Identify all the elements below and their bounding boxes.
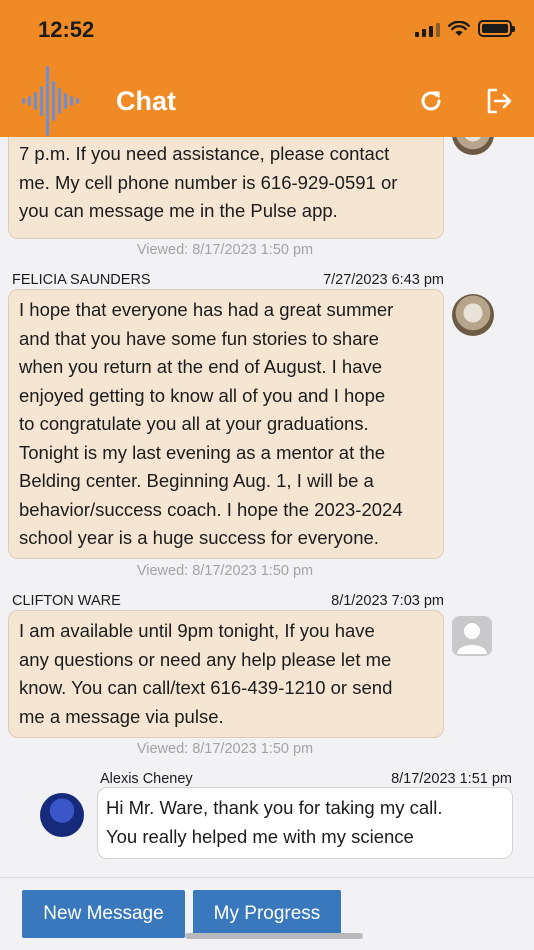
message-time: 8/17/2023 1:51 pm	[391, 771, 512, 787]
cellular-signal-icon	[415, 21, 440, 37]
message-line: 7 p.m. If you need assistance, please co…	[19, 143, 390, 164]
message-line: any questions or need any help please le…	[19, 648, 392, 670]
message-line: enjoyed getting to know all of you and I…	[19, 384, 386, 406]
refresh-button[interactable]	[414, 84, 448, 118]
message-line: Tonight is my last evening as a mentor a…	[19, 441, 386, 463]
status-icons	[415, 20, 515, 37]
message-line: you can message me in the Pulse app.	[19, 200, 338, 221]
refresh-icon	[421, 91, 441, 111]
bottom-toolbar: New Message My Progress	[0, 877, 534, 950]
sender-name: FELICIA SAUNDERS	[12, 272, 151, 288]
page-title: Chat	[116, 86, 176, 116]
sender-name: CLIFTON WARE	[12, 593, 121, 609]
message-bubble: I am available until 9pm tonight, If you…	[8, 610, 444, 738]
message-time: 8/1/2023 7:03 pm	[331, 593, 444, 609]
message-line: know. You can call/text 616-439-1210 or …	[19, 677, 393, 698]
viewed-status: Viewed: 8/17/2023 1:50 pm	[136, 563, 314, 579]
message-line: when you return at the end of August. I …	[19, 356, 383, 377]
message-line: school year is a huge success for everyo…	[19, 527, 379, 548]
message-line: You really helped me with my science	[106, 825, 414, 847]
new-message-button[interactable]: New Message	[22, 890, 185, 938]
message-line: and that you have some fun stories to sh…	[19, 327, 379, 349]
message-line: I am available until 9pm tonight, If you…	[19, 620, 375, 641]
message-time: 7/27/2023 6:43 pm	[323, 272, 444, 288]
logout-button[interactable]	[482, 84, 516, 118]
message-bubble: I hope that everyone has had a great sum…	[8, 289, 444, 559]
avatar	[452, 137, 494, 155]
home-indicator[interactable]	[185, 933, 363, 939]
reply-bubble: Hi Mr. Ware, thank you for taking my cal…	[97, 787, 513, 859]
app-header: 12:52 Chat	[0, 0, 534, 137]
message-bubble: 7 p.m. If you need assistance, please co…	[8, 137, 444, 239]
chat-list[interactable]: 7 p.m. If you need assistance, please co…	[0, 137, 534, 877]
message-line: me. My cell phone number is 616-929-0591…	[19, 171, 398, 193]
pulse-logo	[22, 66, 79, 136]
wifi-icon	[448, 20, 470, 36]
viewed-status: Viewed: 8/17/2023 1:50 pm	[136, 242, 314, 258]
message-line: behavior/success coach. I hope the 2023-…	[19, 498, 403, 520]
battery-icon	[478, 20, 515, 37]
logout-icon	[487, 88, 512, 114]
message-line: to congratulate you all at your graduati…	[19, 413, 369, 434]
sender-name: Alexis Cheney	[100, 771, 193, 787]
avatar	[452, 294, 494, 336]
viewed-status: Viewed: 8/17/2023 1:50 pm	[136, 741, 314, 757]
message-line: me a message via pulse.	[19, 705, 224, 727]
default-avatar-icon	[452, 616, 492, 656]
message-line: I hope that everyone has had a great sum…	[19, 299, 394, 320]
my-progress-button[interactable]: My Progress	[193, 890, 341, 938]
status-time: 12:52	[38, 17, 95, 42]
message-line: Hi Mr. Ware, thank you for taking my cal…	[106, 797, 443, 818]
message-line: Belding center. Beginning Aug. 1, I will…	[19, 470, 374, 491]
avatar	[40, 793, 84, 837]
